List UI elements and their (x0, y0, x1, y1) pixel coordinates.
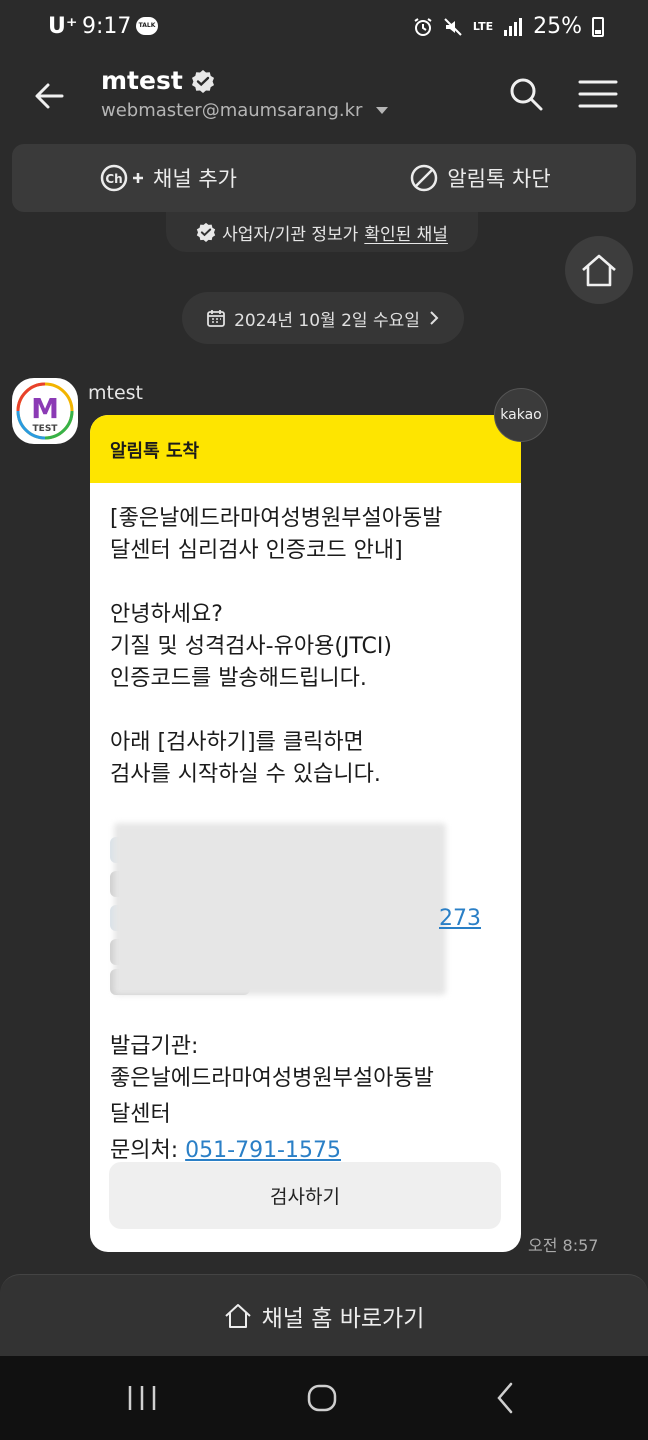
battery-level: 25% (533, 14, 582, 39)
chevron-down-icon (376, 107, 389, 114)
recent-apps-icon[interactable] (122, 1378, 162, 1418)
add-channel-label: 채널 추가 (153, 167, 237, 191)
message-line: 검사를 시작하실 수 있습니다. (110, 762, 381, 787)
signal-icon (504, 17, 523, 36)
start-test-button[interactable]: 검사하기 (109, 1162, 501, 1229)
date-divider[interactable]: 2024년 10월 2일 수요일 (182, 292, 464, 344)
bubble-body: [좋은날에드라마여성병원부설아동발 달센터 심리검사 인증코드 안내] 안녕하세… (110, 503, 505, 1167)
back-arrow-icon[interactable] (28, 74, 72, 118)
kakao-badge: kakao (494, 388, 548, 442)
message-line: 아래 [검사하기]를 클릭하면 (110, 730, 364, 755)
status-icons: LTE 25% (413, 14, 604, 39)
message-line: 달센터 심리검사 인증코드 안내] (110, 538, 403, 563)
clock: 9:17 (82, 14, 132, 39)
mute-icon (444, 17, 462, 36)
network-type: LTE (472, 20, 494, 33)
business-verified-notice[interactable]: 사업자/기관 정보가 확인된 채널 (166, 212, 478, 252)
block-alimtalk-button[interactable]: 알림톡 차단 (324, 144, 636, 212)
channel-action-bar: Ch 채널 추가 알림톡 차단 (12, 144, 636, 212)
battery-icon (592, 16, 604, 37)
system-navigation-bar (0, 1356, 648, 1440)
contact-label: 문의처: (110, 1138, 186, 1163)
home-button-icon[interactable] (302, 1378, 342, 1418)
hamburger-menu-icon[interactable] (578, 76, 618, 112)
talk-notification-icon: TALK (136, 17, 158, 35)
search-icon[interactable] (506, 74, 546, 114)
issuer-name-line: 좋은날에드라마여성병원부설아동발 (110, 1066, 434, 1091)
avatar-letter: M (31, 392, 59, 425)
message-title: [좋은날에드라마여성병원부설아동발 달센터 심리검사 인증코드 안내] (110, 503, 505, 567)
channel-title: mtest (101, 66, 183, 95)
bubble-header: 알림톡 도착 (90, 415, 521, 483)
biz-notice-text: 사업자/기관 정보가 (222, 224, 359, 245)
sender-avatar[interactable]: M TEST (12, 378, 78, 444)
redaction-blur (114, 823, 446, 995)
alarm-icon (414, 17, 432, 36)
channel-home-floating-button[interactable] (565, 236, 633, 304)
message-line: 기질 및 성격검사-유아용(JTCI) (110, 634, 392, 659)
issuer-label: 발급기관: (110, 1034, 199, 1059)
channel-email: webmaster@maumsarang.kr (101, 100, 363, 121)
redacted-link-tail[interactable]: 273 (439, 903, 481, 935)
svg-text:Ch: Ch (105, 172, 122, 186)
home-icon (224, 1303, 251, 1328)
channel-subtitle-row[interactable]: webmaster@maumsarang.kr (101, 100, 389, 121)
chat-header: mtest webmaster@maumsarang.kr (0, 56, 648, 140)
message-line: 인증코드를 발송해드립니다. (110, 666, 367, 691)
add-channel-button[interactable]: Ch 채널 추가 (12, 144, 324, 212)
block-alimtalk-label: 알림톡 차단 (447, 167, 551, 191)
home-icon (582, 254, 616, 287)
alimtalk-message-bubble[interactable]: 알림톡 도착 [좋은날에드라마여성병원부설아동발 달센터 심리검사 인증코드 안… (90, 415, 521, 1252)
back-nav-icon[interactable] (486, 1378, 526, 1418)
channel-home-label: 채널 홈 바로가기 (261, 1305, 425, 1332)
issuer-block: 발급기관: 좋은날에드라마여성병원부설아동발 달센터 문의처: 051-791-… (110, 1031, 505, 1167)
carrier-label: U⁺ (48, 14, 78, 39)
message-time: 오전 8:57 (528, 1236, 599, 1255)
channel-title-row[interactable]: mtest (101, 66, 215, 95)
greeting-paragraph: 안녕하세요? 기질 및 성격검사-유아용(JTCI) 인증코드를 발송해드립니다… (110, 599, 505, 695)
verified-check-icon (196, 222, 216, 242)
issuer-name-line: 달센터 (110, 1102, 171, 1127)
channel-add-icon: Ch (100, 164, 144, 192)
status-bar: U⁺ 9:17 TALK LTE 25% (0, 0, 648, 56)
mtest-logo-icon: M TEST (16, 382, 74, 440)
calendar-icon (207, 310, 226, 327)
message-line: 안녕하세요? (110, 602, 223, 627)
verified-badge-icon (191, 69, 214, 93)
biz-notice-link[interactable]: 확인된 채널 (364, 220, 448, 245)
instruction-paragraph: 아래 [검사하기]를 클릭하면 검사를 시작하실 수 있습니다. (110, 727, 505, 791)
chevron-right-icon (430, 311, 439, 325)
message-line: [좋은날에드라마여성병원부설아동발 (110, 506, 443, 531)
redacted-code-area: 273 (110, 823, 505, 1003)
avatar-text: TEST (33, 424, 59, 434)
date-text: 2024년 10월 2일 수요일 (234, 310, 420, 331)
contact-phone-link[interactable]: 051-791-1575 (185, 1138, 341, 1163)
sender-name: mtest (88, 382, 143, 404)
block-icon (411, 164, 438, 192)
channel-home-shortcut-button[interactable]: 채널 홈 바로가기 (0, 1274, 648, 1356)
